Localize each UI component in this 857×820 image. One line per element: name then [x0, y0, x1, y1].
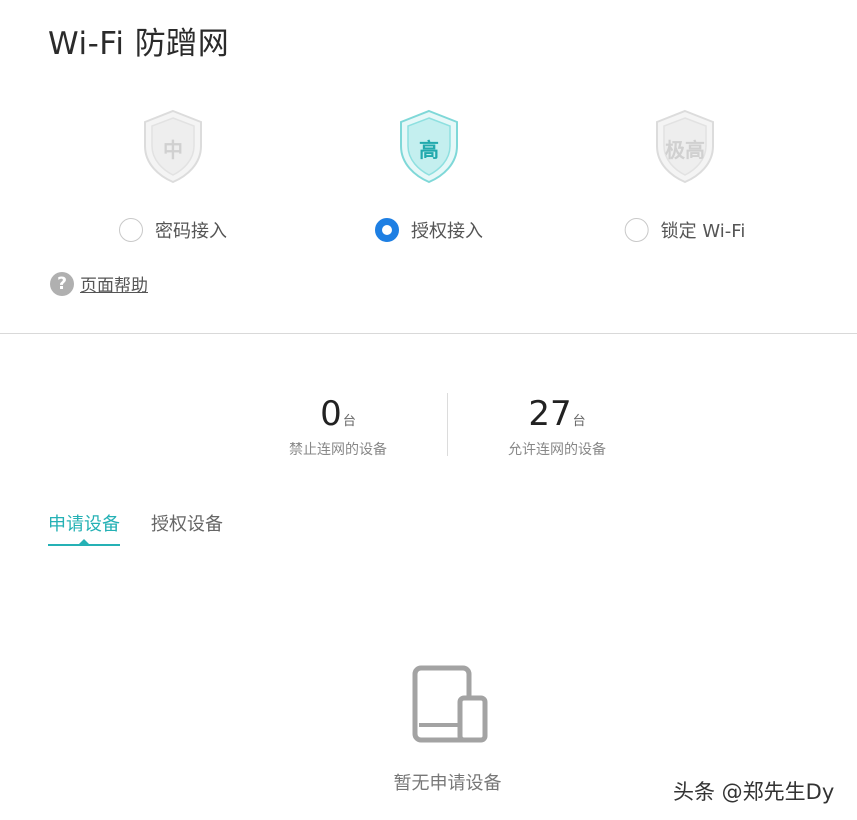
radio-password-access[interactable]: 密码接入: [119, 217, 227, 243]
radio-label: 锁定 Wi-Fi: [660, 221, 746, 242]
radio-button[interactable]: [119, 218, 143, 242]
stat-label: 禁止连网的设备: [289, 442, 387, 458]
security-level-high[interactable]: 高 授权接入: [359, 108, 499, 248]
tablet-phone-icon: [411, 664, 489, 746]
stat-unit: 台: [572, 414, 586, 429]
tab-label: 授权设备: [151, 514, 223, 535]
shield-icon: 高: [397, 108, 461, 184]
tab-authorized-devices[interactable]: 授权设备: [151, 510, 223, 546]
radio-authorized-access[interactable]: 授权接入: [375, 217, 483, 243]
stat-label: 允许连网的设备: [508, 442, 606, 458]
question-icon: ?: [50, 271, 74, 296]
radio-lock-wifi[interactable]: 锁定 Wi-Fi: [624, 217, 746, 243]
page-help-label[interactable]: 页面帮助: [80, 271, 148, 296]
page-help-link[interactable]: ? 页面帮助: [50, 271, 148, 296]
shield-icon: 中: [141, 108, 205, 184]
stat-separator: [447, 393, 448, 456]
security-level-medium[interactable]: 中 密码接入: [103, 108, 243, 248]
tab-active-caret: [79, 539, 89, 544]
security-level-very-high[interactable]: 极高 锁定 Wi-Fi: [615, 108, 755, 248]
stat-unit: 台: [342, 414, 356, 429]
stat-blocked-devices: 0 台 禁止连网的设备: [248, 395, 428, 459]
stat-value: 27: [528, 394, 572, 434]
watermark: 头条 @郑先生Dy: [673, 780, 835, 804]
shield-level-text: 极高: [665, 138, 705, 162]
device-tabs: 申请设备 授权设备: [48, 510, 254, 546]
radio-button-selected[interactable]: [375, 218, 399, 242]
stat-allowed-devices: 27 台 允许连网的设备: [467, 395, 647, 459]
shield-icon: 极高: [653, 108, 717, 184]
radio-label: 密码接入: [155, 221, 227, 242]
tab-label: 申请设备: [48, 514, 120, 535]
stat-value: 0: [320, 394, 342, 434]
radio-button[interactable]: [624, 218, 649, 242]
page-title: Wi-Fi 防蹭网: [48, 26, 230, 62]
shield-level-text: 中: [163, 138, 183, 162]
radio-label: 授权接入: [411, 221, 483, 242]
tab-pending-devices[interactable]: 申请设备: [48, 510, 120, 546]
shield-level-text: 高: [419, 138, 439, 162]
section-divider: [0, 333, 857, 334]
